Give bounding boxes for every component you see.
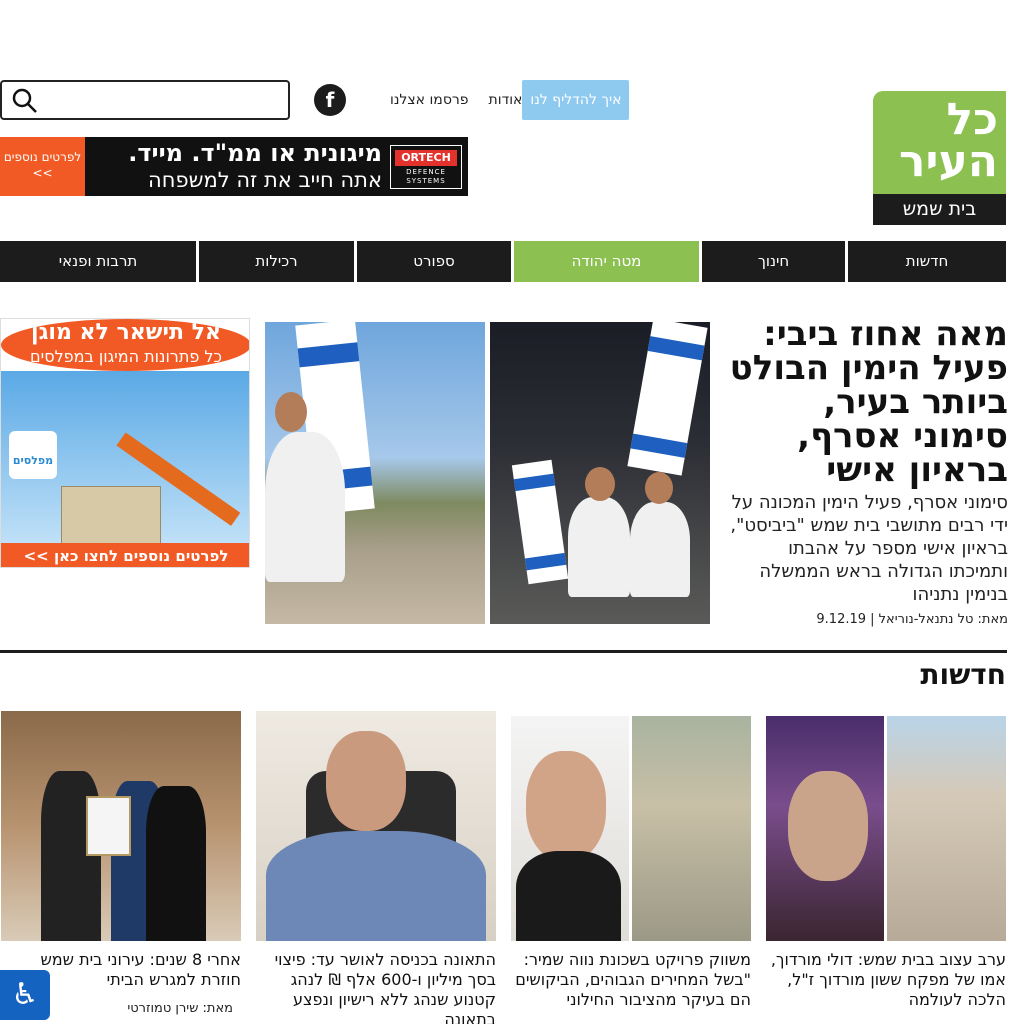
leak-tip-button[interactable]: איך להדליף לנו bbox=[522, 80, 630, 120]
logo-name: כל העיר bbox=[873, 91, 1006, 194]
nav-item-education[interactable]: חינוך bbox=[702, 241, 845, 282]
nav-item-gossip[interactable]: רכילות bbox=[199, 241, 354, 282]
ad-side-sub: כל פתרונות המיגון במפלסים bbox=[30, 347, 222, 366]
banner-ad-side[interactable]: אל תישאר לא מוגן כל פתרונות המיגון במפלס… bbox=[0, 318, 250, 568]
search-box bbox=[0, 80, 290, 120]
ad-brand-logo: ORTECH DEFENCE SYSTEMS bbox=[390, 145, 462, 189]
nav-item-culture[interactable]: תרבות ופנאי bbox=[0, 241, 196, 282]
hero-photo-night[interactable] bbox=[490, 322, 710, 624]
logo-city: בית שמש bbox=[873, 194, 1006, 225]
news-card-image[interactable] bbox=[511, 711, 751, 941]
banner-ad-top[interactable]: לפרטים נוספים >> מיגונית או ממ"ד. מייד. … bbox=[0, 137, 468, 196]
person-head bbox=[275, 392, 307, 432]
wheelchair-icon[interactable]: ♿ bbox=[0, 970, 50, 1020]
news-card-image[interactable] bbox=[1, 711, 241, 941]
hero-summary: סימוני אסרף, פעיל הימין המכונה על ידי רב… bbox=[730, 492, 1008, 605]
person-head bbox=[645, 472, 673, 504]
ad-side-image: מפלסים bbox=[1, 371, 249, 567]
ad-side-cta[interactable]: לפרטים נוספים לחצו כאן >> bbox=[1, 543, 249, 567]
meta-separator: | bbox=[866, 612, 875, 627]
hero-photo-day[interactable] bbox=[265, 322, 485, 624]
about-link[interactable]: אודות bbox=[489, 92, 523, 108]
ad-side-logo: מפלסים bbox=[9, 431, 57, 479]
person bbox=[265, 432, 345, 582]
nav-item-sport[interactable]: ספורט bbox=[357, 241, 511, 282]
nav-item-news[interactable]: חדשות bbox=[848, 241, 1006, 282]
ad-side-head: אל תישאר לא מוגן כל פתרונות המיגון במפלס… bbox=[1, 319, 249, 371]
news-card-image[interactable] bbox=[766, 711, 1006, 941]
news-card-image[interactable] bbox=[256, 711, 496, 941]
hero-date: 9.12.19 bbox=[816, 612, 867, 627]
person-head bbox=[585, 467, 615, 501]
news-card-title[interactable]: התאונה בכניסה לאושר עד: פיצוי בסך מיליון… bbox=[260, 950, 496, 1024]
site-logo[interactable]: כל העיר בית שמש bbox=[873, 91, 1006, 225]
nav-item-mate-yehuda[interactable]: מטה יהודה bbox=[514, 241, 699, 282]
hero-author: מאת: טל נתנאל-נוריאל bbox=[878, 612, 1008, 627]
news-card-title[interactable]: ערב עצוב בבית שמש: דולי מורדוך, אמו של מ… bbox=[770, 950, 1006, 1010]
ad-brand-sub: DEFENCE SYSTEMS bbox=[406, 168, 446, 185]
main-nav: חדשות חינוך מטה יהודה ספורט רכילות תרבות… bbox=[0, 241, 1007, 282]
search-icon[interactable] bbox=[12, 88, 38, 114]
search-input[interactable] bbox=[46, 86, 282, 114]
section-divider bbox=[0, 650, 1007, 653]
ad-side-headline: אל תישאר לא מוגן bbox=[31, 320, 221, 345]
top-links: פרסמו אצלנו אודות איך להדליף לנו bbox=[370, 80, 630, 120]
hero-meta: מאת: טל נתנאל-נוריאל | 9.12.19 bbox=[728, 612, 1008, 627]
section-title: חדשות bbox=[920, 658, 1006, 691]
ad-subline: אתה חייב את זה למשפחה bbox=[148, 168, 382, 192]
facebook-icon[interactable]: f bbox=[314, 84, 346, 116]
advertise-link[interactable]: פרסמו אצלנו bbox=[390, 92, 469, 108]
ad-headline: מיגונית או ממ"ד. מייד. bbox=[128, 139, 382, 167]
hero-title[interactable]: מאה אחוז ביבי: פעיל הימין הבולט ביותר בע… bbox=[728, 317, 1008, 487]
israel-flag bbox=[627, 322, 708, 476]
israel-flag bbox=[511, 459, 569, 585]
person bbox=[630, 502, 690, 597]
news-card-title[interactable]: משווק פרויקט בשכונת נווה שמיר: "בשל המחי… bbox=[515, 950, 751, 1010]
ad-brand-name: ORTECH bbox=[395, 150, 457, 166]
person bbox=[568, 497, 630, 597]
ad-more-button[interactable]: לפרטים נוספים >> bbox=[0, 137, 85, 196]
